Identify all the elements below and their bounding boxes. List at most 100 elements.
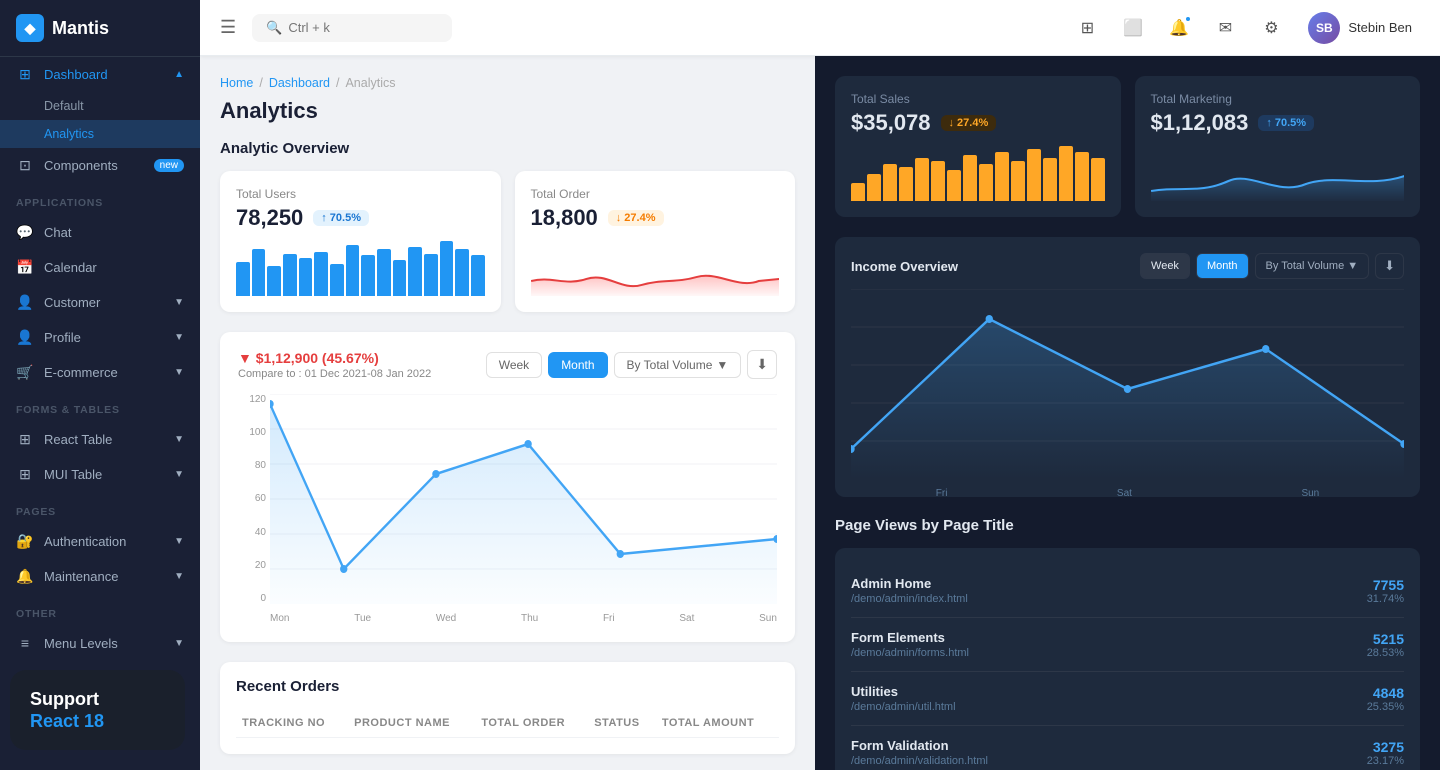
dark-download-button[interactable]: ⬇ xyxy=(1375,253,1404,279)
components-icon: ⊡ xyxy=(16,157,34,174)
bar xyxy=(346,245,360,296)
sidebar-item-customer[interactable]: 👤 Customer ▼ xyxy=(0,285,200,320)
chart-x-labels: Mon Tue Wed Thu Fri Sat Sun xyxy=(270,613,777,624)
sidebar-sub-analytics[interactable]: Analytics xyxy=(0,120,200,148)
user-avatar[interactable]: SB Stebin Ben xyxy=(1300,8,1420,48)
total-sales-value-row: $35,078 ↓ 27.4% xyxy=(851,110,1105,136)
apps-icon[interactable]: ⊞ xyxy=(1070,11,1104,45)
mui-table-icon: ⊞ xyxy=(16,466,34,483)
month-button[interactable]: Month xyxy=(548,352,607,378)
breadcrumb-home[interactable]: Home xyxy=(220,76,253,90)
download-icon[interactable]: ⬇ xyxy=(747,350,777,379)
notifications-icon[interactable]: 🔔 xyxy=(1162,11,1196,45)
sidebar-item-mui-table[interactable]: ⊞ MUI Table ▼ xyxy=(0,457,200,492)
income-chart-area: 120 100 80 60 40 20 0 xyxy=(238,394,777,624)
dark-income-title: Income Overview xyxy=(851,259,958,274)
screen-icon[interactable]: ⬜ xyxy=(1116,11,1150,45)
sidebar-item-menu-levels[interactable]: ≡ Menu Levels ▼ xyxy=(0,626,200,660)
bar xyxy=(361,255,375,296)
volume-select[interactable]: By Total Volume ▼ xyxy=(614,352,742,378)
sales-bar-chart xyxy=(851,146,1105,201)
dark-month-button[interactable]: Month xyxy=(1196,253,1249,279)
up-arrow-icon: ↑ xyxy=(321,212,327,224)
menu-toggle-icon[interactable]: ☰ xyxy=(220,17,236,38)
bar xyxy=(283,254,297,296)
page-views-title: Page Views by Page Title xyxy=(835,517,1420,534)
bar xyxy=(377,249,391,296)
sidebar-sub-default[interactable]: Default xyxy=(0,92,200,120)
sidebar-item-maintenance[interactable]: 🔔 Maintenance ▼ xyxy=(0,559,200,594)
chat-icon: 💬 xyxy=(16,224,34,241)
bar xyxy=(471,255,485,296)
recent-orders-title: Recent Orders xyxy=(236,678,779,695)
breadcrumb-dashboard[interactable]: Dashboard xyxy=(269,76,330,90)
auth-icon: 🔐 xyxy=(16,533,34,550)
sidebar-profile-label: Profile xyxy=(44,330,81,345)
content-area: Home / Dashboard / Analytics Analytics A… xyxy=(200,56,1440,770)
sidebar-item-dashboard[interactable]: ⊞ Dashboard ▲ xyxy=(0,57,200,92)
messages-icon[interactable]: ✉ xyxy=(1208,11,1242,45)
ecommerce-icon: 🛒 xyxy=(16,364,34,381)
support-popup[interactable]: Support React 18 xyxy=(10,670,185,750)
sidebar-components-label: Components xyxy=(44,158,118,173)
bar xyxy=(899,167,913,201)
bar xyxy=(995,152,1009,201)
orders-table: TRACKING NO PRODUCT NAME TOTAL ORDER STA… xyxy=(236,709,779,738)
users-bar-chart xyxy=(236,241,485,296)
bar xyxy=(314,252,328,296)
dark-stats-row: Total Sales $35,078 ↓ 27.4% Total Market… xyxy=(835,76,1420,217)
sidebar-item-calendar[interactable]: 📅 Calendar xyxy=(0,250,200,285)
total-marketing-value-row: $1,12,083 ↑ 70.5% xyxy=(1151,110,1405,136)
user-name: Stebin Ben xyxy=(1348,20,1412,35)
dark-income-chart-card: Income Overview Week Month By Total Volu… xyxy=(835,237,1420,497)
total-sales-label: Total Sales xyxy=(851,92,1105,106)
pages-section: Pages xyxy=(0,492,200,524)
bar xyxy=(1075,152,1089,201)
bar xyxy=(236,262,250,296)
search-container[interactable]: 🔍 xyxy=(252,14,452,42)
total-order-badge: ↓ 27.4% xyxy=(608,210,664,226)
customer-icon: 👤 xyxy=(16,294,34,311)
bar xyxy=(851,183,865,201)
search-input[interactable] xyxy=(288,20,418,35)
dark-income-svg xyxy=(851,289,1404,479)
sidebar-item-ecommerce[interactable]: 🛒 E-commerce ▼ xyxy=(0,355,200,390)
total-sales-value: $35,078 xyxy=(851,110,931,136)
bar xyxy=(947,170,961,201)
breadcrumb: Home / Dashboard / Analytics xyxy=(220,76,795,90)
sidebar-dashboard-label: Dashboard xyxy=(44,67,108,82)
select-chevron-icon: ▼ xyxy=(716,358,728,372)
week-button[interactable]: Week xyxy=(486,352,542,378)
dark-chart-x-labels: Fri Sat Sun xyxy=(851,488,1404,499)
sidebar-calendar-label: Calendar xyxy=(44,260,97,275)
sidebar-item-components[interactable]: ⊡ Components new xyxy=(0,148,200,183)
down-arrow-icon: ↓ xyxy=(616,212,622,224)
total-users-label: Total Users xyxy=(236,187,485,201)
profile-icon: 👤 xyxy=(16,329,34,346)
sidebar-react-table-label: React Table xyxy=(44,432,112,447)
sidebar-item-authentication[interactable]: 🔐 Authentication ▼ xyxy=(0,524,200,559)
sidebar: ◆ Mantis ⊞ Dashboard ▲ Default Analytics… xyxy=(0,0,200,770)
income-metric: ▼ $1,12,900 (45.67%) xyxy=(238,350,431,366)
down-arrow-icon2: ↓ xyxy=(949,117,955,129)
content-right: Total Sales $35,078 ↓ 27.4% Total Market… xyxy=(815,56,1440,770)
chevron-down-icon5: ▼ xyxy=(174,469,184,480)
chart-y-labels: 120 100 80 60 40 20 0 xyxy=(238,394,266,604)
dashboard-icon: ⊞ xyxy=(16,66,34,83)
total-marketing-value: $1,12,083 xyxy=(1151,110,1249,136)
total-marketing-label: Total Marketing xyxy=(1151,92,1405,106)
dark-week-button[interactable]: Week xyxy=(1140,253,1190,279)
bar xyxy=(330,264,344,296)
sidebar-item-profile[interactable]: 👤 Profile ▼ xyxy=(0,320,200,355)
settings-icon[interactable]: ⚙ xyxy=(1254,11,1288,45)
sidebar-item-chat[interactable]: 💬 Chat xyxy=(0,215,200,250)
dark-volume-select[interactable]: By Total Volume ▼ xyxy=(1255,253,1370,279)
sidebar-auth-label: Authentication xyxy=(44,534,126,549)
logo[interactable]: ◆ Mantis xyxy=(0,0,200,57)
sidebar-item-react-table[interactable]: ⊞ React Table ▼ xyxy=(0,422,200,457)
forms-tables-section: Forms & Tables xyxy=(0,390,200,422)
bar xyxy=(299,258,313,296)
applications-section: Applications xyxy=(0,183,200,215)
bar xyxy=(915,158,929,201)
dark-income-header: Income Overview Week Month By Total Volu… xyxy=(851,253,1404,279)
